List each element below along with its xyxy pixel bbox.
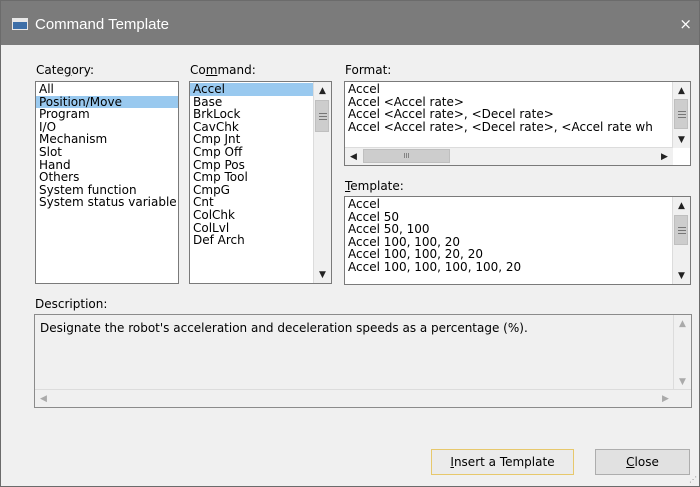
template-list[interactable]: Accel Accel 50 Accel 50, 100 Accel 100, 100… — [344, 196, 691, 285]
scroll-thumb-horizontal[interactable]: III — [363, 149, 450, 163]
command-vscroll[interactable]: ▲ ▼ — [313, 82, 331, 283]
format-list[interactable]: Accel Accel <Accel rate> Accel <Accel rate… — [344, 81, 691, 166]
category-list[interactable]: All Position/Move Program I/O Mechanism Slot H… — [35, 81, 179, 284]
format-item[interactable]: Accel — [345, 83, 672, 96]
insert-template-button[interactable]: Insert a Template — [431, 449, 574, 475]
scroll-up-icon[interactable]: ▲ — [673, 82, 690, 99]
scroll-down-icon[interactable]: ▼ — [314, 266, 331, 283]
command-item[interactable]: ColChk — [190, 209, 313, 222]
format-vscroll[interactable]: ▲ ▼ — [672, 82, 690, 148]
category-item[interactable]: Slot — [36, 146, 178, 159]
scroll-thumb[interactable] — [674, 99, 688, 129]
template-label: Template: — [345, 179, 404, 193]
format-item[interactable]: Accel <Accel rate>, <Decel rate> — [345, 108, 672, 121]
description-box[interactable]: Designate the robot's acceleration and d… — [34, 314, 692, 408]
scroll-right-icon[interactable]: ▶ — [656, 148, 673, 165]
scroll-right-icon[interactable]: ▶ — [657, 390, 674, 407]
scroll-thumb[interactable] — [674, 215, 688, 245]
scroll-up-icon[interactable]: ▲ — [673, 197, 690, 214]
description-hscroll[interactable]: ◀ ▶ — [35, 389, 691, 407]
title-bar[interactable]: Command Template × — [1, 1, 699, 45]
command-item[interactable]: BrkLock — [190, 108, 313, 121]
format-hscroll[interactable]: ◀ III ▶ — [345, 147, 673, 165]
format-item[interactable]: Accel <Accel rate>, <Decel rate>, <Accel… — [345, 121, 672, 134]
resize-grip-icon[interactable]: ⋰ — [689, 475, 697, 484]
command-item[interactable]: Def Arch — [190, 234, 313, 247]
command-template-dialog: Command Template × Category: All Position… — [0, 0, 700, 487]
template-item[interactable]: Accel — [345, 198, 672, 211]
template-item[interactable]: Accel 50, 100 — [345, 223, 672, 236]
scroll-left-icon[interactable]: ◀ — [35, 390, 52, 407]
close-button[interactable]: Close — [595, 449, 690, 475]
category-item[interactable]: All — [36, 83, 178, 96]
template-item[interactable]: Accel 100, 100, 100, 100, 20 — [345, 261, 672, 274]
scroll-thumb[interactable] — [315, 100, 329, 132]
category-item[interactable]: System status variable — [36, 196, 178, 209]
category-item[interactable]: Program — [36, 108, 178, 121]
command-label: Command: — [190, 63, 256, 77]
command-item[interactable]: Accel — [190, 83, 313, 96]
template-vscroll[interactable]: ▲ ▼ — [672, 197, 690, 284]
scroll-left-icon[interactable]: ◀ — [345, 148, 362, 165]
category-label: Category: — [36, 63, 94, 77]
window-title: Command Template — [35, 16, 169, 33]
scroll-up-icon[interactable]: ▲ — [314, 82, 331, 99]
close-icon[interactable]: × — [679, 15, 692, 33]
scroll-down-icon[interactable]: ▼ — [674, 373, 691, 390]
format-label: Format: — [345, 63, 392, 77]
window-icon — [12, 18, 28, 30]
description-vscroll[interactable]: ▲ ▼ — [673, 315, 691, 390]
category-item[interactable]: Others — [36, 171, 178, 184]
command-list[interactable]: Accel Base BrkLock CavChk Cmp Jnt Cmp Off Cmp … — [189, 81, 332, 284]
description-text: Designate the robot's acceleration and d… — [40, 321, 528, 335]
scroll-down-icon[interactable]: ▼ — [673, 131, 690, 148]
command-item[interactable]: Cmp Off — [190, 146, 313, 159]
scroll-down-icon[interactable]: ▼ — [673, 267, 690, 284]
command-item[interactable]: Cmp Tool — [190, 171, 313, 184]
scroll-up-icon[interactable]: ▲ — [674, 315, 691, 332]
description-label: Description: — [35, 297, 108, 311]
